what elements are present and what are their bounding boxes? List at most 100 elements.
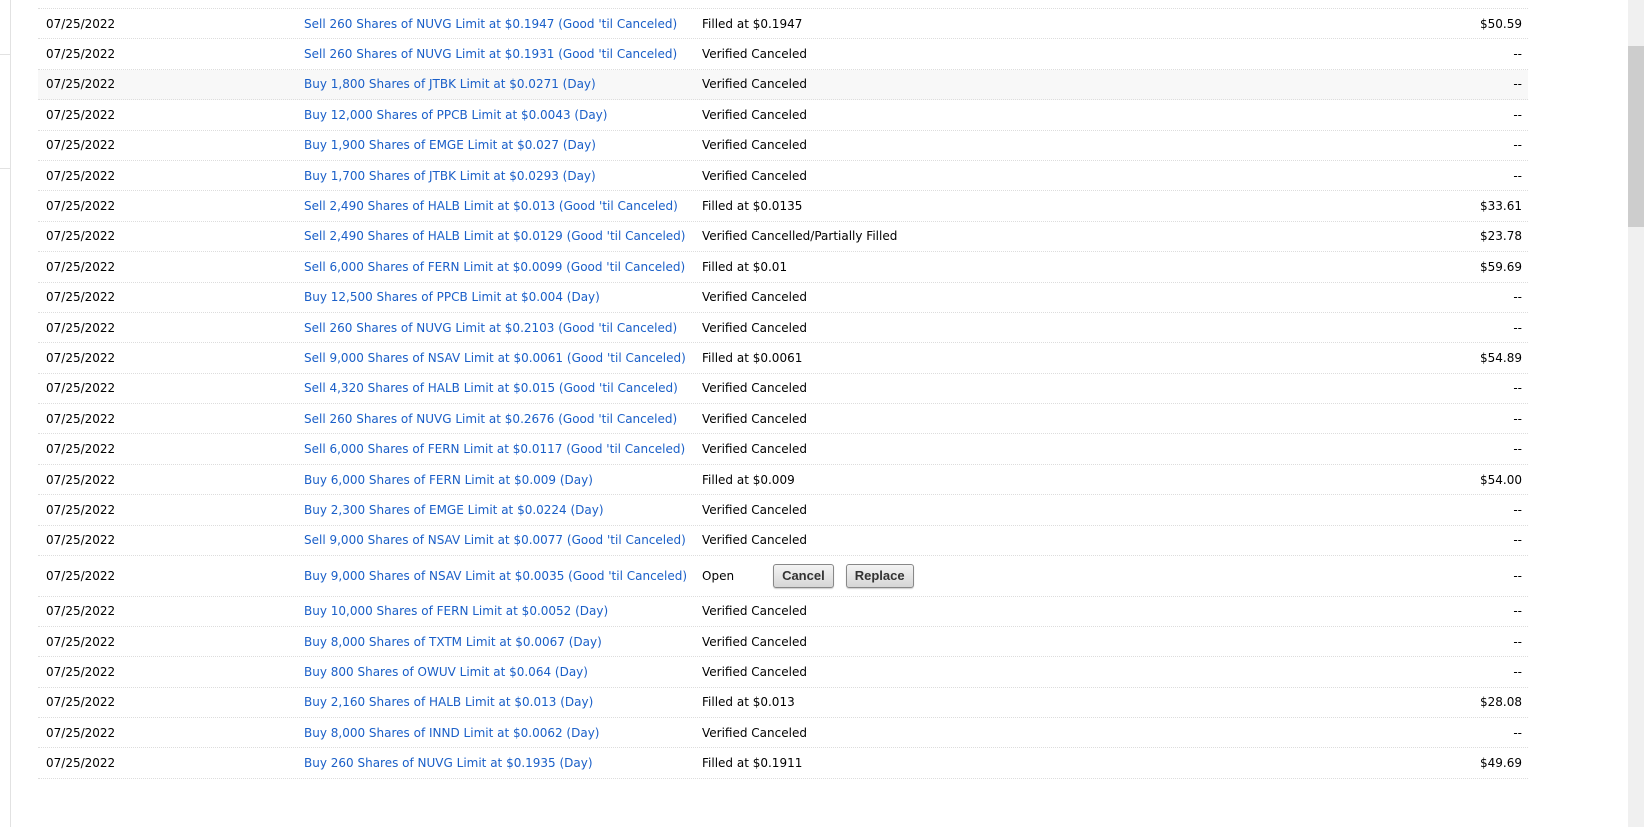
- table-row: 07/25/2022 Buy 10,000 Shares of FERN Lim…: [38, 597, 1528, 627]
- order-date: 07/25/2022: [46, 229, 116, 244]
- cancel-order-button[interactable]: Cancel: [773, 563, 834, 588]
- table-row: 07/25/2022 Buy 1,900 Shares of EMGE Limi…: [38, 131, 1528, 161]
- order-link[interactable]: Buy 800 Shares of OWUV Limit at $0.064 (…: [304, 665, 702, 679]
- order-link[interactable]: Sell 260 Shares of NUVG Limit at $0.2103…: [304, 321, 702, 335]
- table-row: 07/25/2022 Buy 1,800 Shares of JTBK Limi…: [38, 69, 1528, 101]
- order-status: Verified Canceled: [702, 290, 807, 305]
- order-status-cell: Verified Canceled: [702, 604, 1328, 618]
- order-link[interactable]: Sell 2,490 Shares of HALB Limit at $0.01…: [304, 199, 702, 213]
- order-date: 07/25/2022: [46, 16, 116, 31]
- scrollbar-thumb[interactable]: [1628, 46, 1644, 227]
- order-status: Verified Canceled: [702, 381, 807, 396]
- order-link[interactable]: Sell 6,000 Shares of FERN Limit at $0.01…: [304, 442, 702, 456]
- order-amount: --: [1513, 634, 1522, 649]
- order-link[interactable]: Sell 4,320 Shares of HALB Limit at $0.01…: [304, 381, 702, 395]
- order-status: Verified Canceled: [702, 138, 807, 153]
- order-amount: $50.59: [1480, 16, 1522, 31]
- table-row: 07/25/2022 Sell 2,490 Shares of HALB Lim…: [38, 222, 1528, 253]
- table-row: 07/25/2022 Buy 12,500 Shares of PPCB Lim…: [38, 283, 1528, 313]
- order-link[interactable]: Sell 9,000 Shares of NSAV Limit at $0.00…: [304, 351, 702, 365]
- order-date: 07/25/2022: [46, 350, 116, 365]
- order-link[interactable]: Buy 8,000 Shares of INND Limit at $0.006…: [304, 726, 702, 740]
- table-row: 07/25/2022 Buy 1,700 Shares of JTBK Limi…: [38, 161, 1528, 192]
- order-amount: $49.69: [1480, 756, 1522, 771]
- order-link[interactable]: Sell 2,490 Shares of HALB Limit at $0.01…: [304, 229, 702, 243]
- order-link[interactable]: Buy 260 Shares of NUVG Limit at $0.1935 …: [304, 756, 702, 770]
- order-link[interactable]: Buy 2,300 Shares of EMGE Limit at $0.022…: [304, 503, 702, 517]
- order-status-cell: Verified Canceled: [702, 635, 1328, 649]
- order-date: 07/25/2022: [46, 472, 116, 487]
- order-status-cell: Verified Canceled: [702, 321, 1328, 335]
- order-link[interactable]: Buy 1,700 Shares of JTBK Limit at $0.029…: [304, 169, 702, 183]
- order-date: 07/25/2022: [46, 725, 116, 740]
- order-status-cell: Filled at $0.0135: [702, 199, 1328, 213]
- order-link[interactable]: Buy 6,000 Shares of FERN Limit at $0.009…: [304, 473, 702, 487]
- order-date: 07/25/2022: [46, 138, 116, 153]
- order-status: Verified Canceled: [702, 533, 807, 548]
- order-amount: $23.78: [1480, 229, 1522, 244]
- order-amount: --: [1513, 381, 1522, 396]
- order-status-cell: Open Cancel Replace: [702, 563, 1328, 588]
- order-status: Filled at $0.01: [702, 259, 788, 274]
- order-link[interactable]: Sell 260 Shares of NUVG Limit at $0.1947…: [304, 17, 702, 31]
- order-date: 07/25/2022: [46, 604, 116, 619]
- order-link[interactable]: Buy 8,000 Shares of TXTM Limit at $0.006…: [304, 635, 702, 649]
- order-status: Open: [702, 568, 735, 583]
- order-amount: --: [1513, 320, 1522, 335]
- order-date: 07/25/2022: [46, 695, 116, 710]
- order-link[interactable]: Buy 12,500 Shares of PPCB Limit at $0.00…: [304, 290, 702, 304]
- order-status: Verified Canceled: [702, 107, 807, 122]
- order-date: 07/25/2022: [46, 442, 116, 457]
- replace-order-button[interactable]: Replace: [845, 563, 914, 588]
- order-status-cell: Filled at $0.013: [702, 695, 1328, 709]
- order-status: Verified Canceled: [702, 604, 807, 619]
- order-link[interactable]: Sell 260 Shares of NUVG Limit at $0.1931…: [304, 47, 702, 61]
- divider: [0, 54, 11, 55]
- order-amount: $59.69: [1480, 259, 1522, 274]
- order-link[interactable]: Buy 2,160 Shares of HALB Limit at $0.013…: [304, 695, 702, 709]
- order-date: 07/25/2022: [46, 168, 116, 183]
- order-status-cell: Verified Canceled: [702, 412, 1328, 426]
- order-amount: --: [1513, 665, 1522, 679]
- order-date: 07/25/2022: [46, 502, 116, 517]
- order-link[interactable]: Sell 260 Shares of NUVG Limit at $0.2676…: [304, 412, 702, 426]
- order-status: Verified Canceled: [702, 411, 807, 426]
- table-row: 07/25/2022 Buy 2,160 Shares of HALB Limi…: [38, 688, 1528, 719]
- order-amount: --: [1513, 502, 1522, 517]
- table-row: 07/25/2022 Buy 6,000 Shares of FERN Limi…: [38, 465, 1528, 496]
- order-date: 07/25/2022: [46, 411, 116, 426]
- order-status-cell: Filled at $0.1911: [702, 756, 1328, 770]
- left-panel: [0, 0, 11, 827]
- order-status-cell: Verified Cancelled/Partially Filled: [702, 229, 1328, 243]
- order-date: 07/25/2022: [46, 77, 116, 92]
- divider: [0, 168, 11, 169]
- order-date: 07/25/2022: [46, 107, 116, 122]
- order-date: 07/25/2022: [46, 634, 116, 649]
- order-link[interactable]: Buy 1,900 Shares of EMGE Limit at $0.027…: [304, 138, 702, 152]
- table-row: 07/25/2022 Sell 6,000 Shares of FERN Lim…: [38, 434, 1528, 465]
- table-row: 07/25/2022 Sell 4,320 Shares of HALB Lim…: [38, 374, 1528, 405]
- order-amount: --: [1513, 290, 1522, 305]
- order-link[interactable]: Buy 9,000 Shares of NSAV Limit at $0.003…: [304, 569, 702, 583]
- order-status-cell: Verified Canceled: [702, 442, 1328, 456]
- order-amount: --: [1513, 107, 1522, 122]
- order-amount: --: [1513, 533, 1522, 548]
- order-amount: $54.89: [1480, 350, 1522, 365]
- table-row: 07/25/2022 Sell 260 Shares of NUVG Limit…: [38, 404, 1528, 435]
- order-link[interactable]: Buy 1,800 Shares of JTBK Limit at $0.027…: [304, 77, 702, 91]
- order-amount: --: [1513, 138, 1522, 153]
- order-link[interactable]: Sell 6,000 Shares of FERN Limit at $0.00…: [304, 260, 702, 274]
- order-date: 07/25/2022: [46, 381, 116, 396]
- table-row: 07/25/2022 Sell 6,000 Shares of FERN Lim…: [38, 252, 1528, 283]
- order-link[interactable]: Buy 10,000 Shares of FERN Limit at $0.00…: [304, 604, 702, 618]
- order-status-cell: Verified Canceled: [702, 503, 1328, 517]
- order-status: Verified Canceled: [702, 442, 807, 457]
- order-amount: --: [1513, 568, 1522, 583]
- order-link[interactable]: Sell 9,000 Shares of NSAV Limit at $0.00…: [304, 533, 702, 547]
- scrollbar[interactable]: [1628, 0, 1644, 827]
- order-link[interactable]: Buy 12,000 Shares of PPCB Limit at $0.00…: [304, 108, 702, 122]
- order-status-cell: Verified Canceled: [702, 108, 1328, 122]
- order-date: 07/25/2022: [46, 665, 116, 679]
- order-history-table: 07/25/2022 Sell 260 Shares of NUVG Limit…: [38, 8, 1528, 779]
- order-status-cell: Verified Canceled: [702, 169, 1328, 183]
